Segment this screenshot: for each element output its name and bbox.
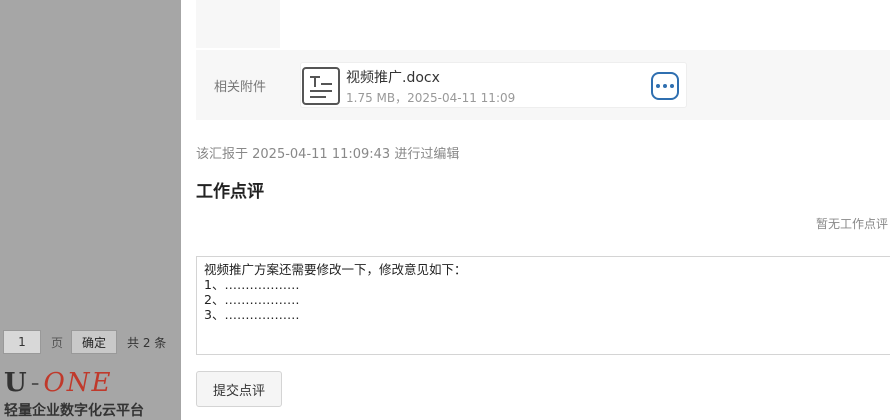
attachment-label: 相关附件 (213, 79, 266, 95)
page-confirm-button[interactable]: 确定 (71, 330, 118, 354)
attachment-file-name[interactable]: 视频推广.docx (346, 67, 440, 87)
logo-one: ONE (43, 368, 113, 398)
total-count-label: 共 2 条 (127, 335, 167, 350)
logo-u: U (4, 368, 29, 398)
field-label-cell (196, 0, 280, 48)
review-section-title: 工作点评 (196, 182, 264, 202)
logo-wordmark: U - ONE (4, 370, 144, 396)
pagination: 页 确定 共 2 条 (3, 330, 166, 354)
attachment-card[interactable]: 视频推广.docx 1.75 MB，2025-04-11 11:09 (300, 62, 687, 108)
document-icon (302, 67, 340, 105)
submit-review-button[interactable]: 提交点评 (196, 371, 282, 407)
review-comment-input[interactable]: 视频推广方案还需要修改一下，修改意见如下： 1、……………… 2、……………… … (196, 256, 890, 355)
brand-logo: U - ONE 轻量企业数字化云平台 (4, 370, 144, 420)
previous-field-row (196, 0, 890, 48)
brand-tagline: 轻量企业数字化云平台 (4, 403, 144, 419)
no-review-text: 暂无工作点评 (815, 217, 888, 231)
attachment-file-meta: 1.75 MB，2025-04-11 11:09 (346, 91, 516, 105)
logo-dash: - (30, 368, 42, 398)
more-options-icon[interactable] (651, 72, 679, 100)
field-value-cell (282, 0, 890, 48)
modal-backdrop: 页 确定 共 2 条 U - ONE 轻量企业数字化云平台 (0, 0, 181, 420)
page-number-input[interactable] (3, 330, 41, 354)
attachment-row: 相关附件 视频推广.docx 1.75 MB，2025-04-11 11:09 (196, 50, 890, 120)
edit-history-note: 该汇报于 2025-04-11 11:09:43 进行过编辑 (196, 147, 460, 162)
page-unit-label: 页 (51, 335, 64, 350)
report-detail-panel: 相关附件 视频推广.docx 1.75 MB，2025-04-11 11:09 … (181, 0, 890, 420)
